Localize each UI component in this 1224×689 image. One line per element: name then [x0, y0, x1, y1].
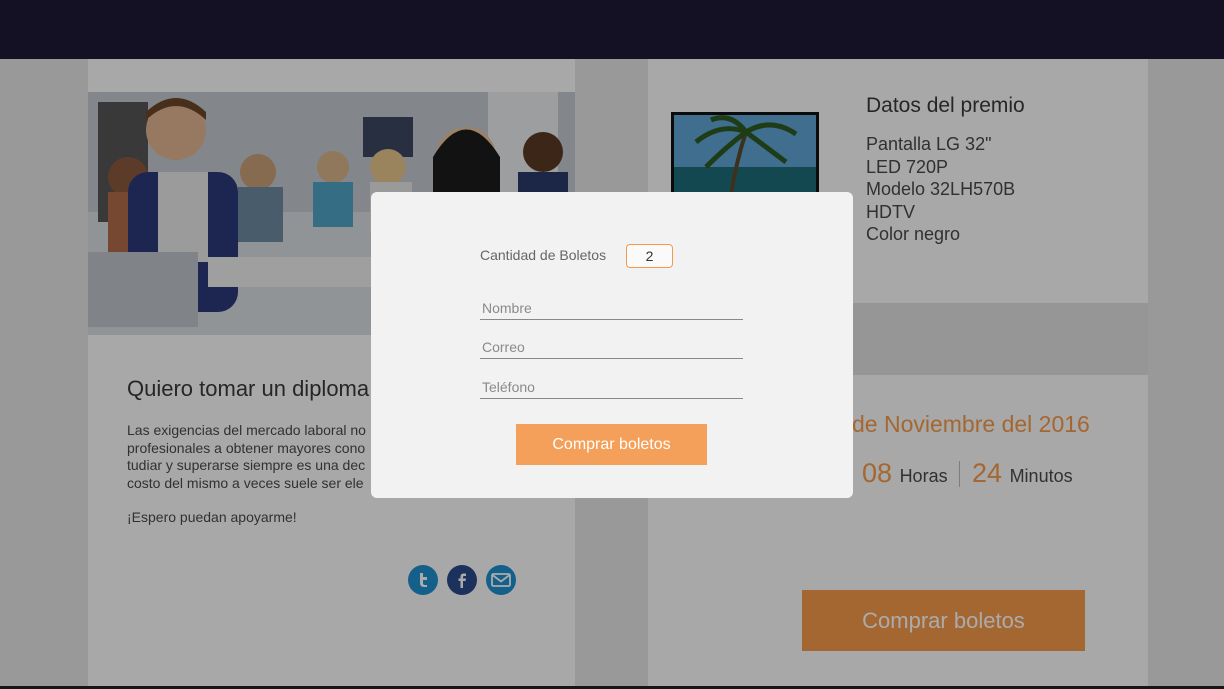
- modal-buy-tickets-button[interactable]: Comprar boletos: [516, 424, 707, 465]
- ticket-quantity-input[interactable]: 2: [626, 244, 673, 268]
- email-field: [480, 335, 743, 359]
- buy-tickets-modal: Cantidad de Boletos 2 Comprar boletos: [371, 192, 853, 498]
- email-input[interactable]: [480, 335, 743, 358]
- phone-input[interactable]: [480, 375, 743, 398]
- name-field: [480, 296, 743, 320]
- name-input[interactable]: [480, 296, 743, 319]
- phone-field: [480, 375, 743, 399]
- ticket-quantity-label: Cantidad de Boletos: [480, 247, 607, 263]
